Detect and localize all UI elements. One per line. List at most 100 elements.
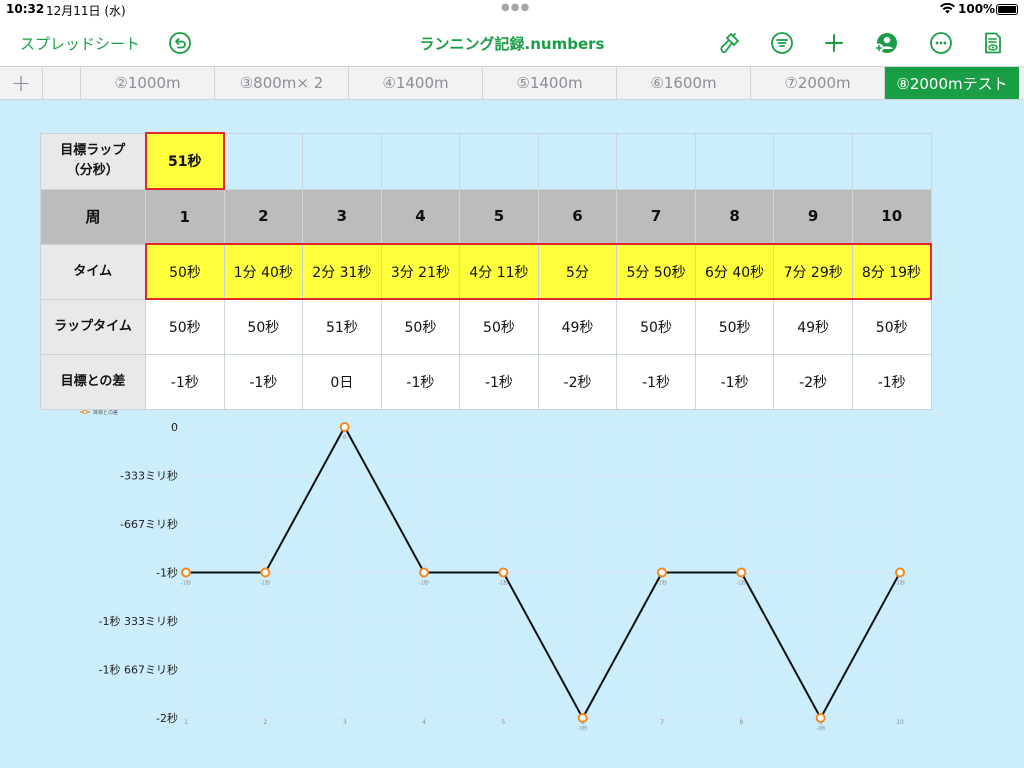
status-date: 12月11日 (水) xyxy=(46,4,126,18)
split-cell[interactable]: 49秒 xyxy=(773,298,853,355)
more-icon[interactable] xyxy=(929,31,953,55)
data-label: 0 xyxy=(343,435,346,441)
time-cell[interactable]: 4分 11秒 xyxy=(459,243,539,300)
goal-header-line2: （分秒） xyxy=(66,163,119,178)
empty-cell[interactable] xyxy=(380,132,461,190)
sheet-tab[interactable]: ④1400m xyxy=(349,67,483,99)
time-header-cell[interactable]: タイム xyxy=(40,243,146,300)
diff-cell[interactable]: -1秒 xyxy=(380,353,461,410)
data-label: -1秒 xyxy=(181,580,191,587)
diff-line-chart[interactable]: 0 -333ミリ秒 -667ミリ秒 -1秒 -1秒 333ミリ秒 -1秒 667ミリ秒 -2… xyxy=(0,410,1024,768)
time-cell[interactable]: 2分 31秒 xyxy=(302,243,382,300)
multitasking-dots-icon[interactable]: ●●● xyxy=(501,2,530,13)
split-cell[interactable]: 50秒 xyxy=(145,298,225,355)
lap-number-cell[interactable]: 5 xyxy=(459,188,539,245)
lap-number-cell[interactable]: 7 xyxy=(616,188,696,245)
diff-row: 目標との差 -1秒 -1秒 0日 -1秒 -1秒 -2秒 -1秒 -1秒 -2秒 -1秒 xyxy=(40,353,932,410)
lap-number-cell[interactable]: 9 xyxy=(773,188,853,245)
legend-label: 目標との差 xyxy=(93,410,118,416)
split-cell[interactable]: 50秒 xyxy=(223,298,304,355)
sheet-tab[interactable]: ⑦2000m xyxy=(751,67,885,99)
lap-number-cell[interactable]: 2 xyxy=(223,188,304,245)
goal-header-cell[interactable]: 目標ラップ （分秒） xyxy=(40,132,146,190)
filter-icon[interactable] xyxy=(770,31,794,55)
data-label: -1秒 xyxy=(260,580,270,587)
time-cell[interactable]: 6分 40秒 xyxy=(694,243,775,300)
split-cell[interactable]: 50秒 xyxy=(694,298,775,355)
add-icon[interactable] xyxy=(822,31,846,55)
goal-header-line1: 目標ラップ xyxy=(60,143,126,158)
diff-cell[interactable]: -1秒 xyxy=(223,353,304,410)
undo-icon[interactable] xyxy=(168,31,192,55)
time-cell[interactable]: 8分 19秒 xyxy=(851,243,932,300)
split-cell[interactable]: 51秒 xyxy=(302,298,382,355)
diff-header-cell[interactable]: 目標との差 xyxy=(40,353,146,410)
goal-value-cell[interactable]: 51秒 xyxy=(144,132,226,190)
data-label: -1秒 xyxy=(657,580,667,587)
data-point xyxy=(260,567,271,578)
data-label: -1秒 xyxy=(736,580,746,587)
lap-number-cell[interactable]: 6 xyxy=(537,188,618,245)
split-cell[interactable]: 50秒 xyxy=(459,298,539,355)
sheet-tab[interactable]: ③800m× 2 xyxy=(215,67,349,99)
lap-table[interactable]: 目標ラップ （分秒） 51秒 周 1 2 3 4 5 6 7 8 9 10 タイム 50秒 1分 4… xyxy=(40,132,932,410)
add-sheet-button[interactable]: + xyxy=(0,67,43,99)
sheet-tab[interactable]: ⑧2000mテスト xyxy=(885,67,1019,99)
lap-number-cell[interactable]: 10 xyxy=(851,188,932,245)
empty-cell[interactable] xyxy=(223,132,304,190)
empty-cell[interactable] xyxy=(302,132,382,190)
empty-cell[interactable] xyxy=(616,132,696,190)
diff-cell[interactable]: -1秒 xyxy=(694,353,775,410)
x-tick-label: 10 xyxy=(896,719,904,726)
sheet-tab[interactable]: ⑥1600m xyxy=(617,67,751,99)
data-label: -2秒 xyxy=(578,725,588,732)
time-cell[interactable]: 3分 21秒 xyxy=(380,243,461,300)
lap-number-cell[interactable]: 3 xyxy=(302,188,382,245)
diff-cell[interactable]: -1秒 xyxy=(616,353,696,410)
x-tick-label: 4 xyxy=(422,719,426,726)
y-tick-label: -333ミリ秒 xyxy=(120,468,178,482)
diff-cell[interactable]: -1秒 xyxy=(851,353,932,410)
diff-cell[interactable]: -2秒 xyxy=(773,353,853,410)
split-cell[interactable]: 50秒 xyxy=(380,298,461,355)
split-header-cell[interactable]: ラップタイム xyxy=(40,298,146,355)
data-label: -1秒 xyxy=(498,580,508,587)
lap-number-cell[interactable]: 4 xyxy=(380,188,461,245)
lap-header-cell[interactable]: 周 xyxy=(40,188,146,245)
time-cell[interactable]: 7分 29秒 xyxy=(773,243,853,300)
diff-cell[interactable]: -1秒 xyxy=(459,353,539,410)
empty-cell[interactable] xyxy=(537,132,618,190)
document-title[interactable]: ランニング記録.numbers xyxy=(412,33,612,54)
document-view-icon[interactable] xyxy=(981,31,1005,55)
y-tick-label: -667ミリ秒 xyxy=(120,517,178,531)
time-cell[interactable]: 1分 40秒 xyxy=(223,243,304,300)
empty-cell[interactable] xyxy=(851,132,932,190)
diff-cell[interactable]: -1秒 xyxy=(145,353,225,410)
diff-cell[interactable]: -2秒 xyxy=(537,353,618,410)
split-cell[interactable]: 49秒 xyxy=(537,298,618,355)
empty-cell[interactable] xyxy=(694,132,775,190)
collaborate-icon[interactable] xyxy=(874,31,898,55)
sheet-tab[interactable]: ⑤1400m xyxy=(483,67,617,99)
format-brush-icon[interactable] xyxy=(717,31,741,55)
lap-number-row: 周 1 2 3 4 5 6 7 8 9 10 xyxy=(40,188,932,245)
split-cell[interactable]: 50秒 xyxy=(616,298,696,355)
time-cell[interactable]: 5分 50秒 xyxy=(616,243,696,300)
back-to-spreadsheets-button[interactable]: スプレッドシート xyxy=(20,33,140,54)
wifi-icon xyxy=(940,3,955,14)
lap-number-cell[interactable]: 8 xyxy=(694,188,775,245)
empty-cell[interactable] xyxy=(773,132,853,190)
status-bar: 10:32 12月11日 (水) ●●● 100% xyxy=(0,0,1024,20)
data-label: -2秒 xyxy=(816,725,826,732)
time-cell[interactable]: 50秒 xyxy=(144,243,225,300)
split-cell[interactable]: 50秒 xyxy=(851,298,932,355)
y-tick-label: -1秒 xyxy=(156,566,178,580)
empty-cell[interactable] xyxy=(459,132,539,190)
lap-number-cell[interactable]: 1 xyxy=(145,188,225,245)
y-tick-label: 0 xyxy=(171,421,178,434)
split-row: ラップタイム 50秒 50秒 51秒 50秒 50秒 49秒 50秒 50秒 49秒 50秒 xyxy=(40,298,932,355)
diff-cell[interactable]: 0日 xyxy=(302,353,382,410)
time-cell[interactable]: 5分 xyxy=(537,243,618,300)
data-point xyxy=(736,567,747,578)
sheet-tab[interactable]: ②1000m xyxy=(81,67,215,99)
